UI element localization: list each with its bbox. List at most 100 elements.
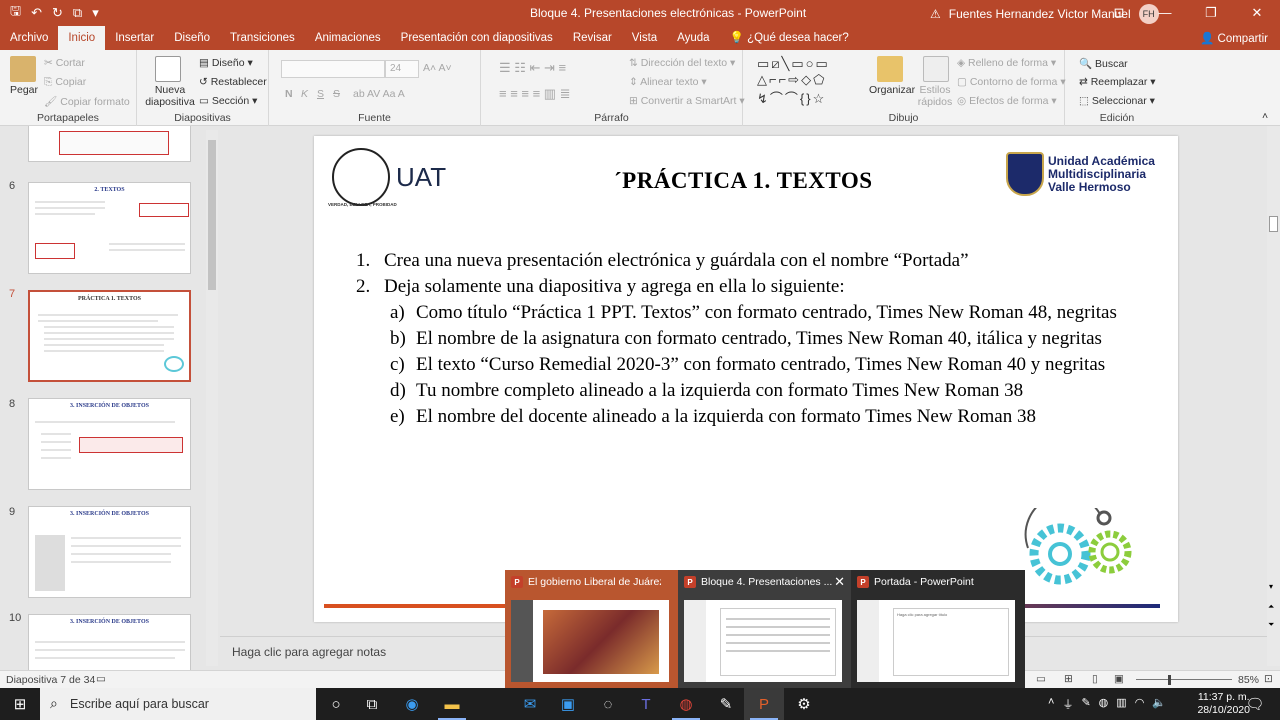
- new-slide-button[interactable]: Nueva diapositiva: [141, 84, 199, 108]
- arrange-button[interactable]: Organizar: [869, 84, 915, 96]
- app-icon[interactable]: ✎: [706, 688, 746, 720]
- zoom-slider[interactable]: [1136, 679, 1232, 680]
- tab-diseno[interactable]: Diseño: [164, 26, 220, 50]
- bold-button[interactable]: N: [285, 88, 293, 100]
- arrange-icon[interactable]: [877, 56, 903, 82]
- slide-thumbnail-5[interactable]: [28, 126, 191, 162]
- shapes-gallery-icon[interactable]: ▭⧄╲▭○▭ △⌐⌐⇨◇⬠ ↯⌒⌒{}☆: [757, 56, 830, 107]
- pen-icon[interactable]: ✎: [1081, 696, 1090, 712]
- taskbar-search[interactable]: ⌕ Escribe aquí para buscar: [40, 688, 316, 720]
- slide-title[interactable]: ´PRÁCTICA 1. TEXTOS: [614, 168, 873, 194]
- collapse-ribbon-icon[interactable]: ˄: [1262, 110, 1268, 122]
- preview-card-bloque4[interactable]: P Bloque 4. Presentaciones ... ✕: [678, 570, 851, 688]
- redo-icon[interactable]: ↻: [52, 5, 63, 21]
- strikethrough-button[interactable]: S: [333, 88, 340, 100]
- quick-styles-button[interactable]: Estilos rápidos: [915, 84, 955, 108]
- slide-thumbnail-10[interactable]: 3. INSERCIÓN DE OBJETOS: [28, 614, 191, 670]
- windows-start-icon[interactable]: ⊞: [0, 688, 40, 720]
- paste-icon[interactable]: [10, 56, 36, 82]
- slide-scroll-thumb[interactable]: [1269, 216, 1278, 232]
- edge-icon[interactable]: ◉: [392, 688, 432, 720]
- tab-transiciones[interactable]: Transiciones: [220, 26, 305, 50]
- chrome-icon[interactable]: ◍: [666, 688, 706, 720]
- tab-presentacion[interactable]: Presentación con diapositivas: [391, 26, 563, 50]
- replace-button[interactable]: ⇄ Reemplazar ▾: [1079, 76, 1156, 88]
- powerpoint-taskbar-icon[interactable]: P: [744, 688, 784, 720]
- quick-styles-icon[interactable]: [923, 56, 949, 82]
- teams-icon[interactable]: T: [626, 688, 666, 720]
- list-buttons-icon[interactable]: ☰ ☷ ⇤ ⇥ ≡: [499, 60, 566, 76]
- wifi-icon[interactable]: ◠: [1135, 696, 1145, 712]
- mail-icon[interactable]: ✉: [510, 688, 550, 720]
- zoom-level[interactable]: 85%: [1238, 674, 1259, 686]
- preview-card-portada[interactable]: P Portada - PowerPoint Haga clic para agr…: [851, 570, 1024, 688]
- shape-effects-button[interactable]: ◎ Efectos de forma ▾: [957, 95, 1057, 107]
- maximize-button[interactable]: ❐: [1188, 0, 1234, 26]
- chevron-up-icon[interactable]: ˄: [1048, 696, 1054, 712]
- slideshow-icon[interactable]: ▣: [1114, 673, 1124, 685]
- app-icon[interactable]: ◍: [1099, 696, 1109, 712]
- align-buttons-icon[interactable]: ≡ ≡ ≡ ≡ ▥ ≣: [499, 86, 571, 102]
- tab-ayuda[interactable]: Ayuda: [667, 26, 719, 50]
- volume-icon[interactable]: 🔈: [1152, 696, 1166, 712]
- align-text-button[interactable]: ⇕ Alinear texto ▾: [629, 76, 707, 88]
- slide-scrollbar[interactable]: ▾ ⏶ ⏷: [1267, 126, 1280, 666]
- notifications-icon[interactable]: 🗨: [1240, 688, 1270, 720]
- char-spacing-icon[interactable]: ab AV Aa A: [353, 88, 405, 100]
- cut-button[interactable]: ✂ Cortar: [44, 57, 85, 69]
- reading-view-icon[interactable]: ▯: [1092, 673, 1098, 685]
- save-icon[interactable]: 🖫: [10, 2, 21, 24]
- next-slide-icon[interactable]: ⏷: [1268, 620, 1274, 630]
- copy-button[interactable]: ⎘ Copiar: [44, 76, 86, 89]
- tell-me-box[interactable]: 💡 ¿Qué desea hacer?: [720, 26, 859, 50]
- share-button[interactable]: 👤 Compartir: [1200, 31, 1268, 45]
- tab-animaciones[interactable]: Animaciones: [305, 26, 391, 50]
- slide-thumbnail-9[interactable]: 3. INSERCIÓN DE OBJETOS: [28, 506, 191, 598]
- slide-thumbnail-7[interactable]: PRÁCTICA 1. TEXTOS: [28, 290, 191, 382]
- prev-slide-icon[interactable]: ⏶: [1268, 602, 1274, 612]
- normal-view-icon[interactable]: ▭: [1036, 673, 1046, 685]
- thumbnail-scroll-thumb[interactable]: [208, 140, 216, 290]
- new-slide-icon[interactable]: [155, 56, 181, 82]
- customize-qat-icon[interactable]: ▾: [92, 5, 99, 21]
- shape-fill-button[interactable]: ◈ Relleno de forma ▾: [957, 57, 1056, 69]
- settings-gear-icon[interactable]: ⚙: [784, 688, 824, 720]
- smartart-button[interactable]: ⊞ Convertir a SmartArt ▾: [629, 95, 745, 107]
- file-explorer-icon[interactable]: ▬: [432, 688, 472, 720]
- tab-insertar[interactable]: Insertar: [105, 26, 164, 50]
- task-view-icon[interactable]: ⧉: [352, 688, 392, 720]
- slide-sorter-icon[interactable]: ⊞: [1064, 673, 1073, 685]
- notes-placeholder[interactable]: Haga clic para agregar notas: [232, 645, 386, 659]
- app-icon[interactable]: ▣: [548, 688, 588, 720]
- font-grow-icon[interactable]: A˄ A˅: [423, 62, 452, 74]
- minimize-button[interactable]: —: [1142, 0, 1188, 26]
- thumbnail-scrollbar[interactable]: [206, 130, 218, 666]
- layout-button[interactable]: ▤ Diseño ▾: [199, 57, 253, 69]
- slide-thumbnail-6[interactable]: 2. TEXTOS: [28, 182, 191, 274]
- undo-icon[interactable]: ↶: [31, 5, 42, 21]
- section-button[interactable]: ▭ Sección ▾: [199, 95, 257, 107]
- scroll-down-icon[interactable]: ▾: [1269, 582, 1273, 591]
- preview-card-juarez[interactable]: PEl gobierno Liberal de Juárez - ...: [505, 570, 678, 688]
- font-size-box[interactable]: 24: [385, 60, 419, 78]
- zoom-slider-thumb[interactable]: [1168, 675, 1171, 685]
- close-button[interactable]: ✕: [1234, 0, 1280, 26]
- current-slide[interactable]: UAT VERDAD, BELLEZA, PROBIDAD ´PRÁCTICA …: [314, 136, 1178, 622]
- shape-outline-button[interactable]: ▢ Contorno de forma ▾: [957, 76, 1066, 88]
- text-direction-button[interactable]: ⇅ Dirección del texto ▾: [629, 57, 735, 69]
- underline-button[interactable]: S: [317, 88, 324, 100]
- ribbon-display-icon[interactable]: ⊡: [1096, 0, 1142, 26]
- close-preview-icon[interactable]: ✕: [834, 574, 845, 590]
- font-name-box[interactable]: [281, 60, 385, 78]
- tab-archivo[interactable]: Archivo: [0, 26, 58, 50]
- slide-thumbnail-8[interactable]: 3. INSERCIÓN DE OBJETOS: [28, 398, 191, 490]
- paste-button[interactable]: Pegar: [10, 84, 38, 96]
- format-painter-button[interactable]: 🖌 Copiar formato: [44, 95, 130, 108]
- start-from-beginning-icon[interactable]: ⧉: [73, 5, 82, 21]
- tab-vista[interactable]: Vista: [622, 26, 667, 50]
- usb-icon[interactable]: ⏚: [1062, 696, 1073, 712]
- app-icon[interactable]: ◌: [588, 688, 628, 720]
- tab-inicio[interactable]: Inicio: [58, 26, 106, 50]
- spelling-icon[interactable]: ▭: [96, 673, 106, 685]
- network-icon[interactable]: ▥: [1116, 696, 1126, 712]
